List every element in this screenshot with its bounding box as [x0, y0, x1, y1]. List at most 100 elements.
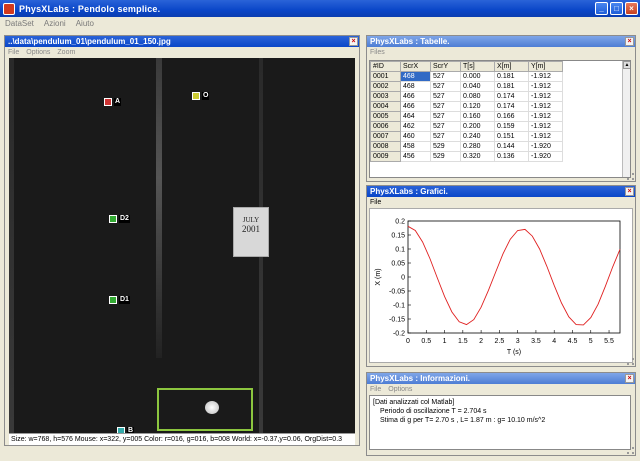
chart-panel-close-icon[interactable]: ×: [625, 187, 634, 196]
info-menu-options[interactable]: Options: [388, 386, 412, 393]
menu-aiuto[interactable]: Aiuto: [76, 19, 94, 28]
table-cell[interactable]: -1.912: [528, 111, 563, 122]
table-cell[interactable]: 0009: [370, 151, 401, 162]
table-cell[interactable]: 0002: [370, 81, 401, 92]
table-cell[interactable]: 466: [400, 91, 431, 102]
table-cell[interactable]: -1.920: [528, 141, 563, 152]
table-cell[interactable]: 529: [430, 141, 461, 152]
table-cell[interactable]: 0.080: [460, 91, 495, 102]
table-cell[interactable]: 527: [430, 81, 461, 92]
column-header[interactable]: ScrY: [430, 61, 461, 72]
marker-o-icon[interactable]: [192, 92, 200, 100]
table-cell[interactable]: 0.159: [494, 121, 529, 132]
table-cell[interactable]: 0.181: [494, 81, 529, 92]
table-row[interactable]: 0002 468 527 0.040 0.181 -1.912: [370, 81, 563, 92]
table-cell[interactable]: 0007: [370, 131, 401, 142]
table-cell[interactable]: 0.280: [460, 141, 495, 152]
marker-a-icon[interactable]: [104, 98, 112, 106]
column-header[interactable]: T[s]: [460, 61, 495, 72]
table-row[interactable]: 0006 462 527 0.200 0.159 -1.912: [370, 121, 563, 132]
table-cell[interactable]: 529: [430, 151, 461, 162]
info-text-area[interactable]: [Dati analizzati col Matlab] Periodo di …: [369, 395, 631, 450]
table-cell[interactable]: 527: [430, 111, 461, 122]
table-row[interactable]: 0008 458 529 0.280 0.144 -1.920: [370, 141, 563, 152]
table-row[interactable]: 0003 466 527 0.080 0.174 -1.912: [370, 91, 563, 102]
table-cell[interactable]: 0.144: [494, 141, 529, 152]
table-cell[interactable]: -1.912: [528, 71, 563, 82]
table-resize-grip[interactable]: [627, 173, 634, 180]
table-row[interactable]: 0007 460 527 0.240 0.151 -1.912: [370, 131, 563, 142]
maximize-button[interactable]: □: [610, 2, 623, 15]
scroll-up-icon[interactable]: ▲: [623, 61, 630, 69]
column-header[interactable]: #ID: [370, 61, 401, 72]
table-cell[interactable]: 0.040: [460, 81, 495, 92]
table-cell[interactable]: 0006: [370, 121, 401, 132]
table-cell[interactable]: 0.174: [494, 101, 529, 112]
marker-d1-icon[interactable]: [109, 296, 117, 304]
info-resize-grip[interactable]: [627, 447, 634, 454]
table-cell[interactable]: 0.320: [460, 151, 495, 162]
table-cell[interactable]: 460: [400, 131, 431, 142]
table-cell[interactable]: 0.120: [460, 101, 495, 112]
chart-menu-file[interactable]: File: [370, 199, 381, 206]
table-cell[interactable]: 0001: [370, 71, 401, 82]
table-cell[interactable]: 464: [400, 111, 431, 122]
table-row[interactable]: 0001 468 527 0.000 0.181 -1.912: [370, 71, 563, 82]
table-cell[interactable]: -1.912: [528, 101, 563, 112]
table-cell[interactable]: 527: [430, 71, 461, 82]
column-header[interactable]: Y[m]: [528, 61, 563, 72]
table-cell[interactable]: 0008: [370, 141, 401, 152]
table-cell[interactable]: -1.912: [528, 81, 563, 92]
info-panel-close-icon[interactable]: ×: [625, 374, 634, 383]
column-header[interactable]: X[m]: [494, 61, 529, 72]
image-panel-close-icon[interactable]: ×: [349, 37, 358, 46]
image-menu-options[interactable]: Options: [26, 49, 50, 56]
menu-dataset[interactable]: DataSet: [5, 19, 34, 28]
table-cell[interactable]: 0.000: [460, 71, 495, 82]
table-cell[interactable]: 0.174: [494, 91, 529, 102]
minimize-button[interactable]: _: [595, 2, 608, 15]
table-cell[interactable]: 468: [400, 71, 431, 82]
table-menu-files[interactable]: Files: [370, 49, 385, 56]
table-cell[interactable]: 0.200: [460, 121, 495, 132]
table-cell[interactable]: 458: [400, 141, 431, 152]
data-table: #ID ScrX ScrY T[s] X[m] Y[m] 0001 468 527 0.000 0…: [370, 61, 563, 162]
table-cell[interactable]: 0004: [370, 101, 401, 112]
table-cell[interactable]: 0.160: [460, 111, 495, 122]
table-row[interactable]: 0005 464 527 0.160 0.166 -1.912: [370, 111, 563, 122]
close-button[interactable]: ×: [625, 2, 638, 15]
table-cell[interactable]: 0.240: [460, 131, 495, 142]
table-cell[interactable]: -1.912: [528, 131, 563, 142]
table-cell[interactable]: 0003: [370, 91, 401, 102]
table-row[interactable]: 0009 456 529 0.320 0.136 -1.920: [370, 151, 563, 162]
table-cell[interactable]: 0005: [370, 111, 401, 122]
table-row[interactable]: 0004 466 527 0.120 0.174 -1.912: [370, 101, 563, 112]
table-cell[interactable]: 0.151: [494, 131, 529, 142]
table-cell[interactable]: 0.136: [494, 151, 529, 162]
table-cell[interactable]: -1.920: [528, 151, 563, 162]
table-cell[interactable]: 527: [430, 131, 461, 142]
table-cell[interactable]: 456: [400, 151, 431, 162]
column-header[interactable]: ScrX: [400, 61, 431, 72]
table-cell[interactable]: -1.912: [528, 91, 563, 102]
table-scrollbar[interactable]: ▲: [622, 61, 630, 177]
marker-d2-label: D2: [119, 215, 130, 223]
info-line-period: Periodo di oscillazione T = 2.704 s: [380, 408, 487, 415]
table-cell[interactable]: 466: [400, 101, 431, 112]
table-cell[interactable]: 0.181: [494, 71, 529, 82]
table-cell[interactable]: 468: [400, 81, 431, 92]
image-menu-zoom[interactable]: Zoom: [57, 49, 75, 56]
table-cell[interactable]: 527: [430, 101, 461, 112]
table-cell[interactable]: 462: [400, 121, 431, 132]
menu-azioni[interactable]: Azioni: [44, 19, 66, 28]
table-cell[interactable]: -1.912: [528, 121, 563, 132]
table-cell[interactable]: 527: [430, 121, 461, 132]
table-cell[interactable]: 0.166: [494, 111, 529, 122]
table-panel-close-icon[interactable]: ×: [625, 37, 634, 46]
table-cell[interactable]: 527: [430, 91, 461, 102]
marker-d2-icon[interactable]: [109, 215, 117, 223]
chart-resize-grip[interactable]: [627, 358, 634, 365]
pendulum-image[interactable]: A O D2 D1 B JULY 2001: [9, 58, 355, 433]
image-menu-file[interactable]: File: [8, 49, 19, 56]
info-menu-file[interactable]: File: [370, 386, 381, 393]
